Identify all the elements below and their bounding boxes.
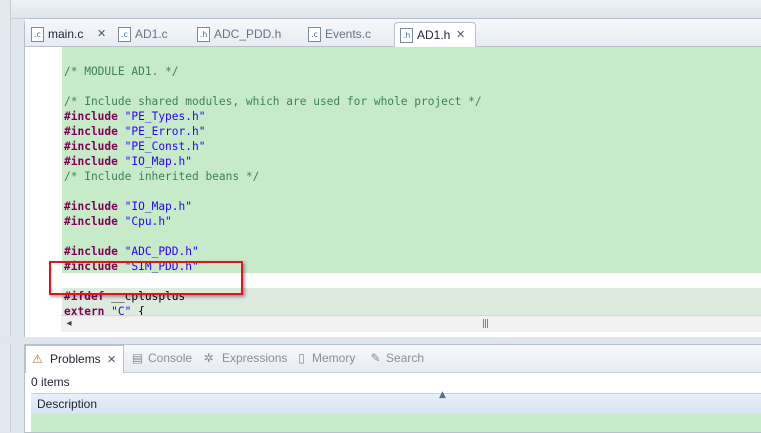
scrollbar-grip-icon[interactable]: ||| bbox=[475, 318, 495, 330]
code-line-5: #include "PE_Error.h" bbox=[64, 125, 206, 138]
code-line-1: /* MODULE AD1. */ bbox=[64, 65, 179, 78]
close-icon[interactable]: ✕ bbox=[107, 346, 116, 373]
tab-ad1-c[interactable]: .c AD1.c bbox=[118, 22, 188, 46]
tab-label: AD1.c bbox=[135, 27, 168, 41]
code-line-17: extern "C" { bbox=[64, 305, 145, 315]
code-line-11: #include "Cpu.h" bbox=[64, 215, 172, 228]
tab-label: Expressions bbox=[222, 351, 288, 365]
close-icon[interactable]: ✕ bbox=[97, 22, 106, 46]
tab-problems[interactable]: ⚠ Problems ✕ bbox=[25, 345, 124, 373]
tab-adc-pdd-h[interactable]: .h ADC_PDD.h bbox=[197, 22, 285, 46]
code-line-8: /* Include inherited beans */ bbox=[64, 170, 260, 183]
tab-label: Memory bbox=[312, 351, 356, 365]
editor-tab-bar: .c main.c ✕ .c AD1.c .h ADC_PDD.h .c Eve… bbox=[25, 19, 761, 47]
tab-label: AD1.h bbox=[417, 28, 451, 42]
search-icon: ✎ bbox=[370, 351, 381, 365]
left-frame-strip bbox=[0, 0, 11, 431]
scroll-left-icon[interactable]: ◂ bbox=[63, 318, 75, 330]
description-column-header[interactable]: Description ▲ bbox=[31, 390, 761, 415]
memory-icon: ▯ bbox=[298, 351, 305, 365]
tab-console[interactable]: ▤ Console bbox=[131, 345, 201, 372]
code-editor[interactable]: /* MODULE AD1. */ /* Include shared modu… bbox=[25, 47, 761, 315]
table-row[interactable] bbox=[31, 414, 761, 432]
h-file-icon: .h bbox=[197, 27, 210, 42]
h-file-icon: .h bbox=[400, 28, 413, 43]
view-tab-bar: ⚠ Problems ✕ ▤ Console ✲ Expressions ▯ M… bbox=[25, 345, 761, 373]
code-line-4: #include "PE_Types.h" bbox=[64, 110, 206, 123]
highlight-annotation-box bbox=[49, 261, 243, 295]
code-line-13: #include "ADC_PDD.h" bbox=[64, 245, 199, 258]
tab-label: Problems bbox=[50, 352, 101, 366]
column-header-label: Description bbox=[37, 397, 98, 411]
tab-memory[interactable]: ▯ Memory bbox=[295, 345, 365, 372]
tab-label: ADC_PDD.h bbox=[214, 27, 282, 41]
close-icon[interactable]: ✕ bbox=[456, 23, 465, 47]
tab-label: Console bbox=[148, 351, 193, 365]
editor-gutter bbox=[25, 47, 45, 315]
code-line-6: #include "PE_Const.h" bbox=[64, 140, 206, 153]
tab-label: main.c bbox=[48, 27, 84, 41]
tab-label: Search bbox=[386, 351, 425, 365]
console-icon: ▤ bbox=[131, 351, 144, 365]
problems-icon: ⚠ bbox=[32, 352, 43, 366]
problems-panel: ⚠ Problems ✕ ▤ Console ✲ Expressions ▯ M… bbox=[24, 344, 761, 433]
c-file-icon: .c bbox=[31, 27, 44, 42]
expressions-icon: ✲ bbox=[203, 351, 214, 365]
c-file-icon: .c bbox=[118, 27, 131, 42]
tab-ad1-h[interactable]: .h AD1.h ✕ bbox=[394, 22, 476, 47]
editor-panel: .c main.c ✕ .c AD1.c .h ADC_PDD.h .c Eve… bbox=[24, 18, 761, 338]
items-count: 0 items bbox=[31, 375, 70, 389]
tab-main-c[interactable]: .c main.c ✕ bbox=[31, 22, 113, 46]
window-top-strip bbox=[0, 0, 761, 19]
code-line-3: /* Include shared modules, which are use… bbox=[64, 95, 482, 108]
code-line-7: #include "IO_Map.h" bbox=[64, 155, 192, 168]
tab-events-c[interactable]: .c Events.c bbox=[308, 22, 378, 46]
tab-label: Events.c bbox=[325, 27, 372, 41]
tab-expressions[interactable]: ✲ Expressions bbox=[202, 345, 292, 372]
horizontal-scrollbar[interactable]: ◂ ||| bbox=[61, 315, 761, 332]
sort-ascending-icon: ▲ bbox=[439, 390, 446, 400]
tab-search[interactable]: ✎ Search bbox=[369, 345, 439, 372]
panel-separator bbox=[0, 337, 761, 344]
code-line-10: #include "IO_Map.h" bbox=[64, 200, 192, 213]
c-file-icon: .c bbox=[308, 27, 321, 42]
